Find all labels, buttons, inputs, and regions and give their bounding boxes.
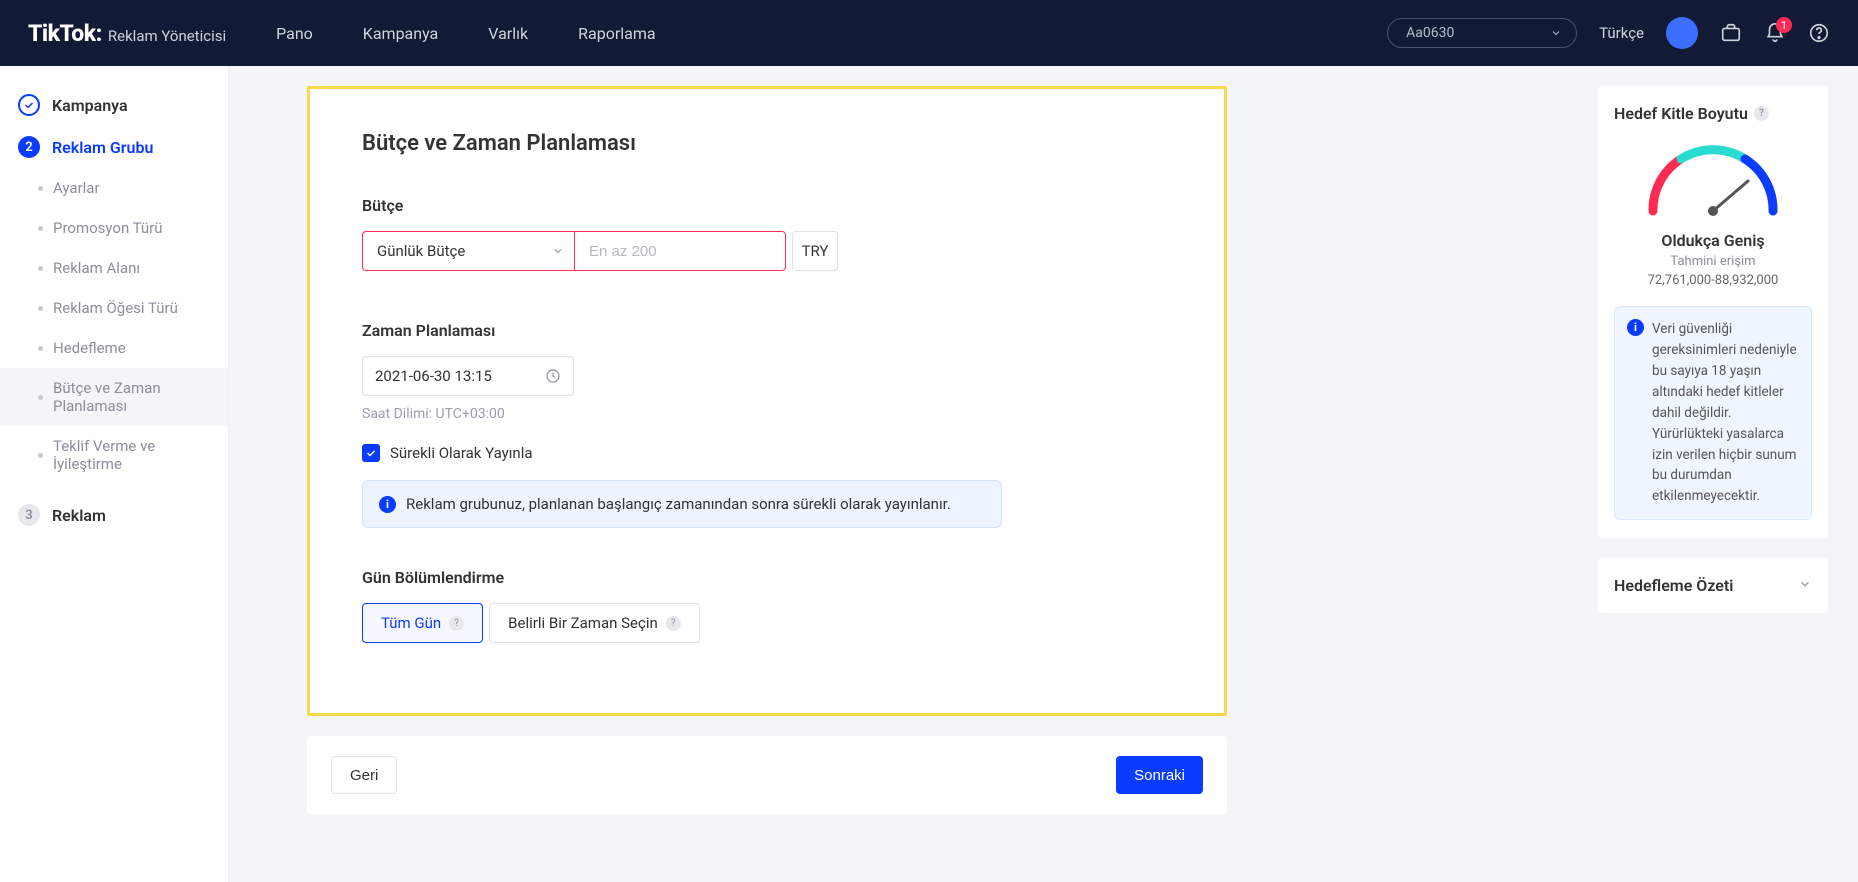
start-datetime-picker[interactable]: 2021-06-30 13:15: [362, 356, 574, 396]
note-text: Veri güvenliği gereksinimleri nedeniyle …: [1652, 319, 1799, 507]
brand: TikTok: Reklam Yöneticisi: [28, 20, 226, 47]
sub-targeting[interactable]: Hedefleme: [0, 328, 228, 368]
seg-all-day[interactable]: Tüm Gün ?: [362, 603, 483, 643]
info-icon: i: [1627, 319, 1644, 336]
timezone-note: Saat Dilimi: UTC+03:00: [362, 406, 1172, 422]
audience-size-card: Hedef Kitle Boyutu ? Oldukça Geniş Tahmi…: [1598, 86, 1828, 538]
help-icon[interactable]: [1808, 22, 1830, 44]
budget-amount-input[interactable]: [574, 231, 786, 271]
gauge-label: Oldukça Geniş: [1661, 231, 1764, 250]
currency-label: TRY: [792, 231, 838, 271]
account-name: Aa0630: [1406, 25, 1454, 41]
right-panel: Hedef Kitle Boyutu ? Oldukça Geniş Tahmi…: [1598, 86, 1828, 882]
next-button[interactable]: Sonraki: [1116, 756, 1203, 794]
gauge-range: 72,761,000-88,932,000: [1648, 273, 1779, 288]
step-adgroup[interactable]: 2 Reklam Grubu: [0, 126, 228, 168]
continuous-checkbox[interactable]: [362, 444, 380, 462]
budget-row: Günlük Bütçe TRY: [362, 231, 1172, 271]
top-nav: Pano Kampanya Varlık Raporlama: [276, 24, 655, 43]
nav-reporting[interactable]: Raporlama: [578, 24, 655, 43]
continuous-info: i Reklam grubunuz, planlanan başlangıç z…: [362, 480, 1002, 528]
brand-subtitle: Reklam Yöneticisi: [108, 27, 226, 45]
account-selector[interactable]: Aa0630: [1387, 18, 1577, 48]
gauge-sub: Tahmini erişim: [1670, 254, 1755, 269]
budget-type-value: Günlük Bütçe: [377, 242, 465, 260]
sub-settings[interactable]: Ayarlar: [0, 168, 228, 208]
sub-budget-schedule[interactable]: Bütçe ve Zaman Planlaması: [0, 368, 228, 426]
budget-type-select[interactable]: Günlük Bütçe: [362, 231, 574, 271]
language-selector[interactable]: Türkçe: [1599, 24, 1644, 42]
help-icon[interactable]: ?: [666, 616, 681, 631]
clock-icon: [545, 368, 561, 384]
dayparting-label: Gün Bölümlendirme: [362, 568, 1172, 587]
business-icon[interactable]: [1720, 22, 1742, 44]
back-button[interactable]: Geri: [331, 756, 397, 794]
budget-schedule-card: Bütçe ve Zaman Planlaması Bütçe Günlük B…: [307, 86, 1227, 716]
bell-icon[interactable]: 1: [1764, 22, 1786, 44]
gauge-icon: [1643, 141, 1783, 219]
step-campaign[interactable]: Kampanya: [0, 84, 228, 126]
info-text: Reklam grubunuz, planlanan başlangıç zam…: [406, 495, 951, 513]
footer-actions: Geri Sonraki: [307, 736, 1227, 814]
help-icon[interactable]: ?: [1754, 106, 1769, 121]
seg-specific-time[interactable]: Belirli Bir Zaman Seçin ?: [489, 603, 700, 643]
audience-title: Hedef Kitle Boyutu: [1614, 104, 1748, 123]
data-safety-note: i Veri güvenliği gereksinimleri nedeniyl…: [1614, 306, 1812, 520]
continuous-label: Sürekli Olarak Yayınla: [390, 444, 533, 462]
step-number: 3: [18, 504, 40, 526]
step-label: Reklam Grubu: [52, 138, 153, 157]
check-icon: [18, 94, 40, 116]
summary-title: Hedefleme Özeti: [1614, 576, 1733, 595]
step-label: Reklam: [52, 506, 106, 525]
sub-placement[interactable]: Reklam Alanı: [0, 248, 228, 288]
step-ad[interactable]: 3 Reklam: [0, 494, 228, 536]
schedule-label: Zaman Planlaması: [362, 321, 1172, 340]
continuous-row[interactable]: Sürekli Olarak Yayınla: [362, 444, 1172, 462]
dayparting-segment: Tüm Gün ? Belirli Bir Zaman Seçin ?: [362, 603, 1172, 643]
nav-assets[interactable]: Varlık: [488, 24, 528, 43]
sub-creative-type[interactable]: Reklam Öğesi Türü: [0, 288, 228, 328]
chevron-down-icon: [1798, 576, 1812, 595]
sub-promotion-type[interactable]: Promosyon Türü: [0, 208, 228, 248]
info-icon: i: [379, 496, 396, 513]
avatar[interactable]: [1666, 17, 1698, 49]
header-right: Aa0630 Türkçe 1: [1387, 17, 1830, 49]
sidebar: Kampanya 2 Reklam Grubu Ayarlar Promosyo…: [0, 66, 229, 882]
help-icon[interactable]: ?: [449, 616, 464, 631]
nav-campaign[interactable]: Kampanya: [363, 24, 438, 43]
card-title: Bütçe ve Zaman Planlaması: [362, 131, 1172, 156]
budget-label: Bütçe: [362, 196, 1172, 215]
datetime-value: 2021-06-30 13:15: [375, 367, 492, 385]
sub-bidding[interactable]: Teklif Verme ve İyileştirme: [0, 426, 228, 484]
header: TikTok: Reklam Yöneticisi Pano Kampanya …: [0, 0, 1858, 66]
audience-title-row: Hedef Kitle Boyutu ?: [1614, 104, 1812, 123]
chevron-down-icon: [552, 245, 564, 257]
brand-logo: TikTok:: [28, 20, 102, 47]
chevron-down-icon: [1550, 27, 1562, 39]
targeting-summary-card[interactable]: Hedefleme Özeti: [1598, 558, 1828, 613]
main: Bütçe ve Zaman Planlaması Bütçe Günlük B…: [229, 66, 1598, 882]
nav-dashboard[interactable]: Pano: [276, 24, 313, 43]
notification-badge: 1: [1776, 17, 1792, 33]
step-number: 2: [18, 136, 40, 158]
step-label: Kampanya: [52, 96, 128, 115]
